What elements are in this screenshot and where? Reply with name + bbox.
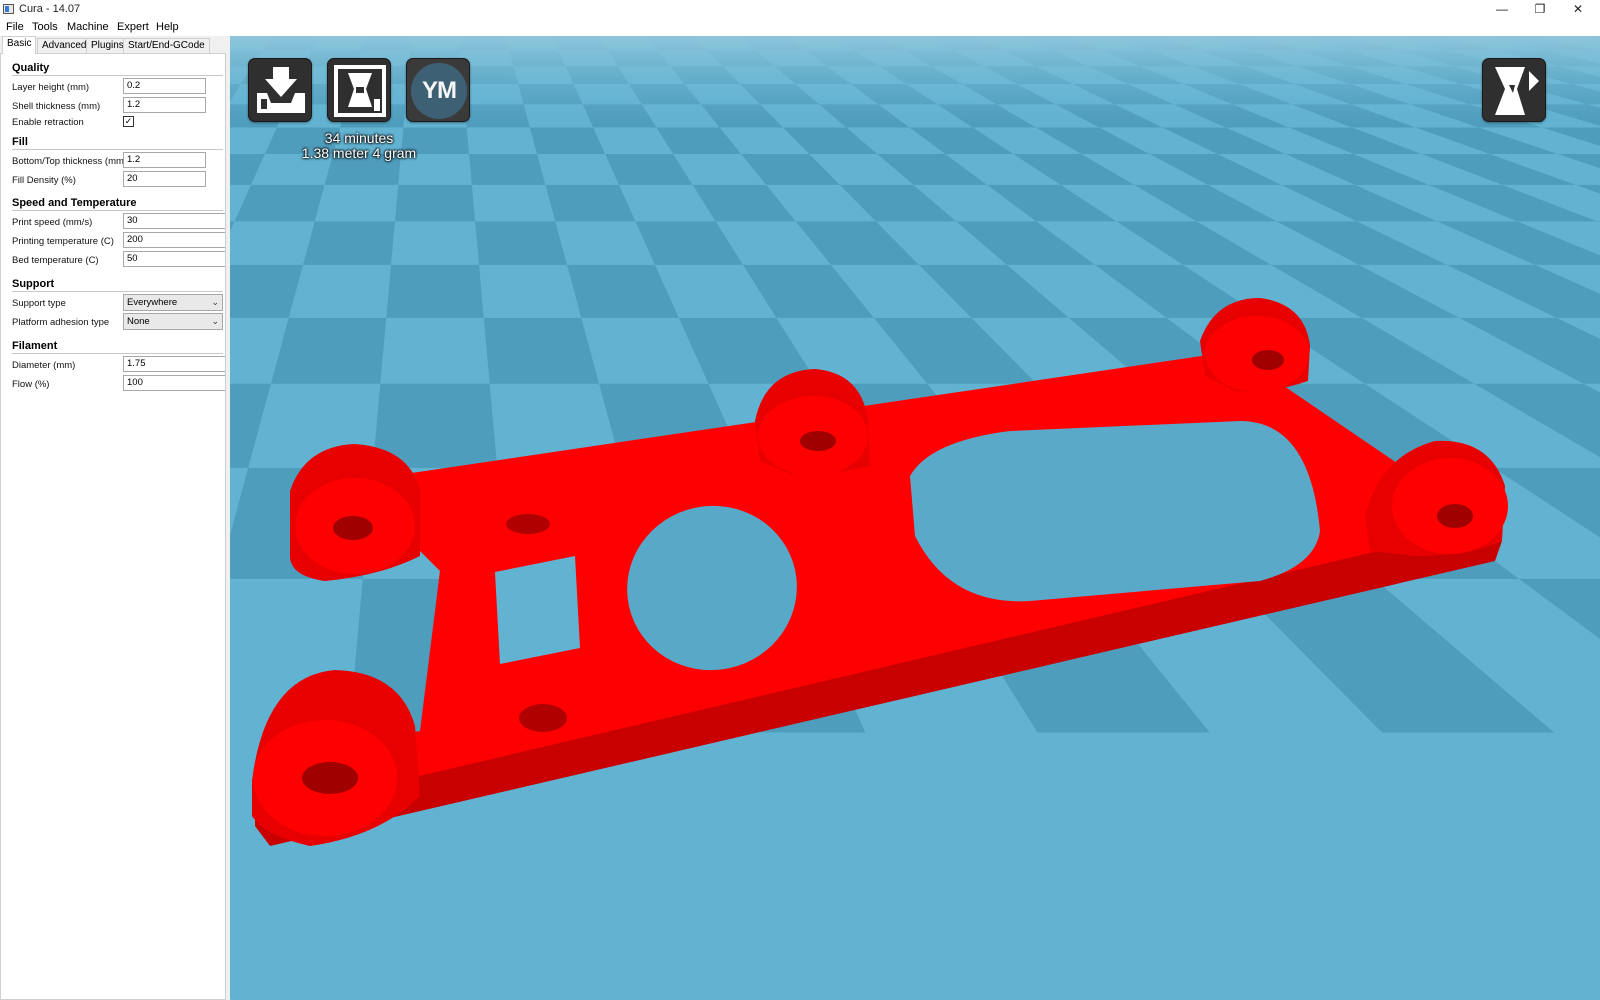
grid-tile (483, 317, 600, 384)
model-small-hole (506, 514, 550, 534)
model-boss (290, 444, 420, 581)
fill-density-input[interactable]: 20 (123, 171, 206, 187)
view-mode-button[interactable] (1482, 58, 1546, 122)
printing-temperature-label: Printing temperature (C) (12, 236, 114, 247)
grid-tile (469, 154, 546, 185)
platform-adhesion-select[interactable]: None ⌄ (123, 313, 223, 330)
save-toolpath-icon (334, 65, 386, 117)
build-plate-scene[interactable] (230, 36, 1600, 1000)
section-divider (12, 210, 223, 211)
fill-density-label: Fill Density (%) (12, 175, 76, 186)
menu-file[interactable]: File (6, 21, 24, 33)
save-toolpath-button[interactable] (327, 58, 391, 122)
platform-adhesion-value: None (127, 316, 150, 327)
grid-tile (386, 264, 484, 318)
menu-tools[interactable]: Tools (32, 21, 58, 33)
print-material-text: 1.38 meter 4 gram (301, 145, 417, 161)
bed-temperature-input[interactable]: 50 (123, 251, 225, 267)
model-large-hole (910, 421, 1320, 602)
support-type-label: Support type (12, 298, 66, 309)
layer-height-label: Layer height (mm) (12, 82, 90, 93)
tab-basic[interactable]: Basic (2, 36, 37, 54)
title-bar: Cura - 14.07 — ❐ ✕ (0, 0, 1600, 19)
ym-plugin-button[interactable]: YM (406, 58, 470, 122)
settings-page: Quality Layer height (mm) 0.2 Shell thic… (0, 53, 226, 1000)
shell-thickness-input[interactable]: 1.2 (123, 97, 206, 113)
load-model-button[interactable] (248, 58, 312, 122)
diameter-input[interactable]: 1.75 (123, 356, 225, 372)
tab-start-end-gcode[interactable]: Start/End-GCode (123, 38, 210, 53)
chevron-down-icon: ⌄ (211, 316, 219, 326)
ym-label: YM (411, 63, 467, 119)
section-divider (12, 149, 223, 150)
print-time-text: 34 minutes (324, 130, 394, 146)
support-type-select[interactable]: Everywhere ⌄ (123, 294, 223, 311)
enable-retraction-label: Enable retraction (12, 117, 84, 128)
support-type-value: Everywhere (127, 297, 178, 308)
model-small-hole (519, 704, 567, 732)
grid-tile (303, 221, 395, 265)
settings-panel: Basic Advanced Plugins Start/End-GCode Q… (0, 36, 230, 1000)
section-title-filament: Filament (12, 340, 58, 352)
layer-height-input[interactable]: 0.2 (123, 78, 206, 94)
section-title-fill: Fill (12, 136, 28, 148)
section-title-speed: Speed and Temperature (12, 197, 137, 209)
grid-tile (394, 184, 476, 222)
grid-tile (475, 221, 567, 265)
chevron-down-icon: ⌄ (211, 297, 219, 307)
enable-retraction-checkbox[interactable]: ✓ (123, 116, 134, 127)
flow-input[interactable]: 100 (123, 375, 225, 391)
menu-expert[interactable]: Expert (117, 21, 149, 33)
window-title: Cura - 14.07 (19, 3, 81, 15)
platform-adhesion-label: Platform adhesion type (12, 317, 110, 328)
section-divider (12, 75, 223, 76)
printing-temperature-input[interactable]: 200 (123, 232, 225, 248)
shell-thickness-label: Shell thickness (mm) (12, 101, 101, 112)
section-divider (12, 291, 223, 292)
flow-label: Flow (%) (12, 379, 50, 390)
bottom-top-thickness-input[interactable]: 1.2 (123, 152, 206, 168)
print-speed-label: Print speed (mm/s) (12, 217, 93, 228)
menu-bar: File Tools Machine Expert Help (0, 19, 1600, 36)
load-model-icon (257, 67, 305, 113)
section-divider (12, 353, 223, 354)
3d-viewport[interactable]: YM 34 minutes 1.38 meter 4 gram (230, 36, 1600, 1000)
view-mode-icon (1495, 67, 1539, 115)
menu-machine[interactable]: Machine (67, 21, 109, 33)
model-square-hole (495, 556, 580, 664)
bed-temperature-label: Bed temperature (C) (12, 255, 99, 266)
print-speed-input[interactable]: 30 (123, 213, 225, 229)
section-title-quality: Quality (12, 62, 50, 74)
bottom-top-thickness-label: Bottom/Top thickness (mm) (12, 156, 128, 167)
tab-advanced[interactable]: Advanced (37, 38, 92, 53)
section-title-support: Support (12, 278, 55, 290)
diameter-label: Diameter (mm) (12, 360, 76, 371)
app-icon (3, 4, 14, 14)
close-button[interactable]: ✕ (1555, 0, 1600, 19)
menu-help[interactable]: Help (156, 21, 179, 33)
grid-tile (270, 317, 387, 384)
grid-tile (529, 127, 606, 155)
